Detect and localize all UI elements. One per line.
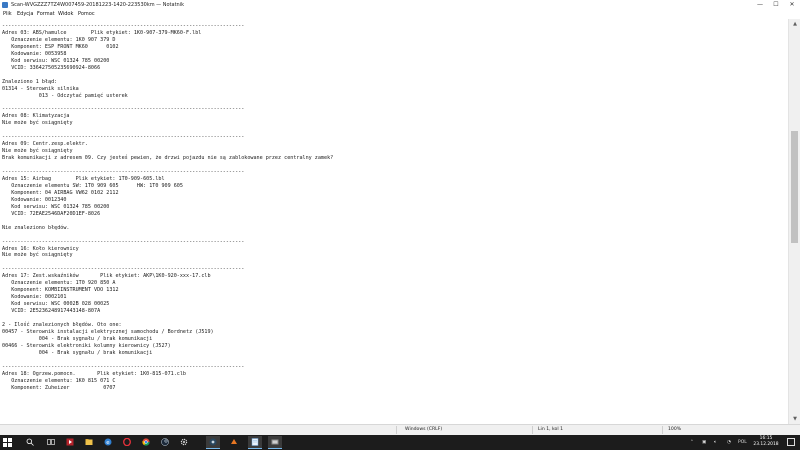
menu-format[interactable]: Format: [37, 10, 55, 19]
status-divider: [532, 426, 533, 434]
scroll-down-icon[interactable]: ▼: [789, 414, 800, 424]
menu-view[interactable]: Widok: [58, 10, 73, 19]
menu-bar: Plik Edycja Format Widok Pomoc: [0, 10, 800, 19]
status-divider: [662, 426, 663, 434]
windows-start-icon[interactable]: [3, 438, 12, 447]
status-encoding: Windows (CRLF): [405, 427, 443, 432]
notification-icon[interactable]: [787, 438, 795, 446]
wifi-icon[interactable]: ◔: [727, 435, 731, 450]
network-icon[interactable]: ▣: [702, 435, 706, 450]
notepad-app-icon: [2, 2, 8, 8]
minimize-button[interactable]: —: [752, 0, 768, 10]
clock-date: 23.12.2018: [753, 442, 779, 447]
clock[interactable]: 16:15 23.12.2018: [751, 436, 781, 448]
game-app-icon[interactable]: [227, 436, 241, 449]
menu-edit[interactable]: Edycja: [17, 10, 34, 19]
status-bar: Windows (CRLF) Lin 1, kol 1 100%: [0, 424, 800, 435]
window-title: Scan-WVGZZZ7TZ4W007459-20181223-1420-223…: [11, 2, 185, 8]
settings-gear-icon[interactable]: [177, 436, 191, 449]
file-explorer-icon[interactable]: [82, 436, 96, 449]
steam-app-icon[interactable]: [206, 436, 220, 449]
document-text[interactable]: ----------------------------------------…: [0, 19, 788, 392]
menu-file[interactable]: Plik: [3, 10, 12, 19]
steam-icon[interactable]: [158, 436, 172, 449]
taskbar: e ⌃ ▣ 🔈︎ ◔ POL 16:15 23.12.2018: [0, 435, 800, 450]
vertical-scrollbar[interactable]: ▲ ▼: [788, 19, 800, 424]
text-editor[interactable]: ----------------------------------------…: [0, 19, 788, 424]
chevron-up-icon[interactable]: ⌃: [690, 435, 694, 450]
scroll-up-icon[interactable]: ▲: [789, 19, 800, 29]
scroll-thumb[interactable]: [791, 131, 798, 243]
chrome-browser-icon[interactable]: [139, 436, 153, 449]
media-player-icon[interactable]: [63, 436, 77, 449]
opera-browser-icon[interactable]: [120, 436, 134, 449]
task-view-icon[interactable]: [44, 436, 58, 449]
language-indicator[interactable]: POL: [738, 435, 747, 450]
edge-browser-icon[interactable]: e: [101, 436, 115, 449]
close-button[interactable]: ✕: [784, 0, 800, 10]
window-controls: — ☐ ✕: [752, 0, 800, 10]
vcds-app-icon[interactable]: [268, 436, 282, 449]
notepad-taskbar-icon[interactable]: [248, 436, 262, 449]
status-zoom: 100%: [668, 427, 682, 432]
status-position: Lin 1, kol 1: [538, 427, 564, 432]
maximize-button[interactable]: ☐: [768, 0, 784, 10]
volume-icon[interactable]: 🔈︎: [714, 435, 717, 450]
status-divider: [396, 426, 397, 434]
menu-help[interactable]: Pomoc: [78, 10, 95, 19]
title-bar[interactable]: Scan-WVGZZZ7TZ4W007459-20181223-1420-223…: [0, 0, 800, 10]
search-icon[interactable]: [23, 436, 37, 449]
